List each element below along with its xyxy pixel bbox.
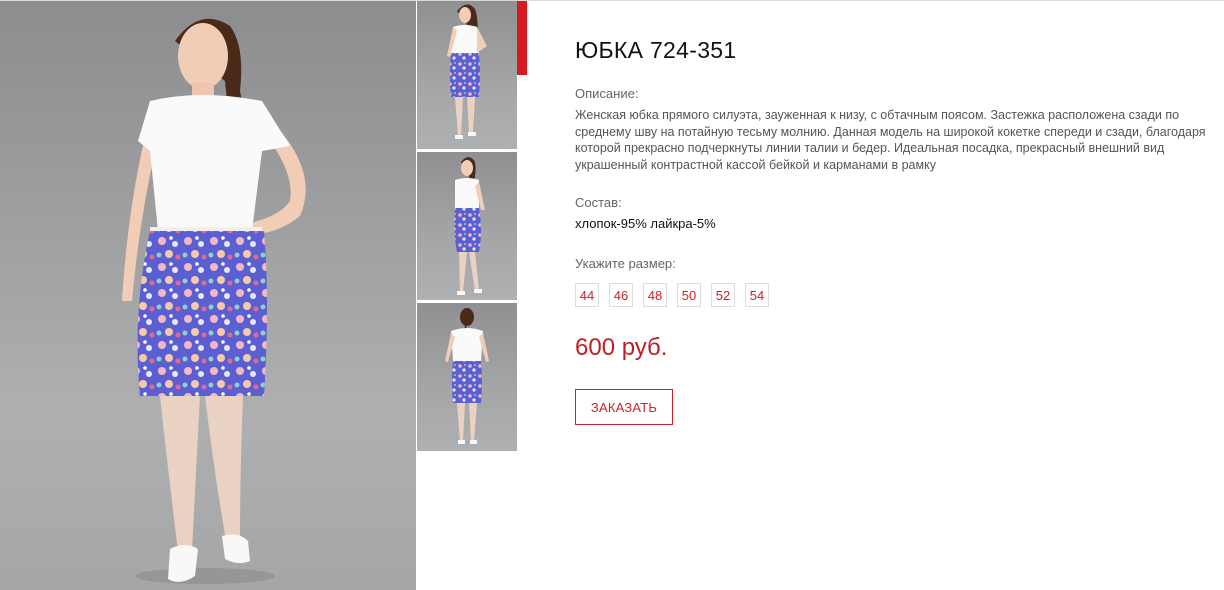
thumbnail-front[interactable] [417,1,517,149]
main-product-image[interactable] [0,1,416,590]
size-option-46[interactable]: 46 [609,283,633,307]
thumbnail-gallery [417,1,517,454]
product-title: ЮБКА 724-351 [575,37,737,63]
product-composition: хлопок-95% лайкра-5% [575,216,716,231]
description-label: Описание: [575,86,639,101]
size-option-54[interactable]: 54 [745,283,769,307]
order-button[interactable]: ЗАКАЗАТЬ [575,389,673,425]
size-selector: 44 46 48 50 52 54 [575,283,769,307]
size-option-48[interactable]: 48 [643,283,667,307]
product-price: 600 руб. [575,334,668,361]
size-option-52[interactable]: 52 [711,283,735,307]
composition-label: Состав: [575,195,622,210]
size-label: Укажите размер: [575,256,676,271]
size-option-44[interactable]: 44 [575,283,599,307]
thumbnail-back[interactable] [417,303,517,451]
active-thumbnail-indicator [517,1,527,75]
product-description: Женская юбка прямого силуэта, зауженная … [575,108,1206,172]
thumbnail-side[interactable] [417,152,517,300]
size-option-50[interactable]: 50 [677,283,701,307]
